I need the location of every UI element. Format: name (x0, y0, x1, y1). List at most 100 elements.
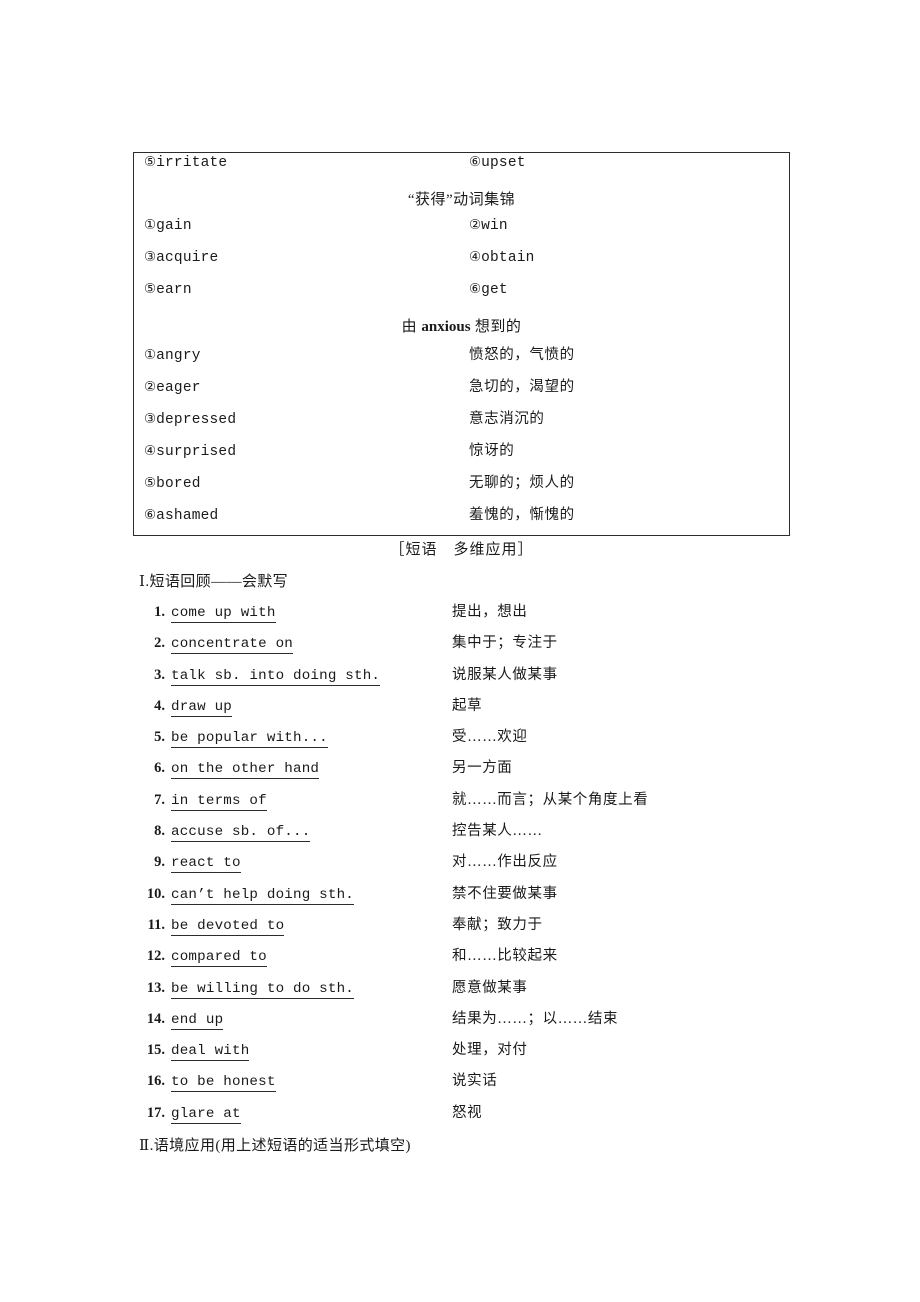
phrase-number: 15. (146, 1042, 165, 1059)
phrase-answer-blank[interactable]: come up with (171, 605, 452, 623)
vocab-meaning: 羞愧的，惭愧的 (469, 503, 789, 524)
phrase-answer-blank[interactable]: talk sb. into doing sth. (171, 667, 452, 686)
vocab-entry-left: ⑤bored (144, 474, 469, 492)
circled-number-icon: ④ (469, 249, 482, 265)
vocab-word: upset (481, 155, 526, 171)
bracket-heading: ［短语 多维应用］ (389, 542, 534, 558)
phrase-answer-blank[interactable]: be willing to do sth. (171, 980, 452, 999)
phrase-number: 11. (147, 916, 165, 933)
phrase-number: 7. (154, 791, 165, 808)
vocab-entry-left: ⑥ashamed (144, 506, 469, 524)
vocab-row: ⑤irritate ⑥upset (134, 153, 789, 185)
vocab-entry-left: ②eager (144, 378, 469, 396)
phrase-answer-blank[interactable]: accuse sb. of... (171, 824, 452, 843)
vocab-word: get (481, 282, 508, 298)
circled-number-icon: ⑤ (144, 281, 157, 297)
vocab-meaning: 急切的，渴望的 (469, 375, 789, 396)
phrase-number: 8. (154, 823, 165, 840)
vocab-row: ④surprised 惊讶的 (134, 439, 789, 471)
section-heading-two: Ⅱ.语境应用(用上述短语的适当形式填空) (139, 1138, 411, 1154)
phrase-answer-text: be devoted to (171, 917, 285, 936)
phrase-number: 3. (154, 666, 165, 683)
circled-number-icon: ④ (144, 443, 157, 459)
phrase-answer-blank[interactable]: to be honest (171, 1074, 452, 1093)
phrase-row: 4. draw up 起草 (133, 694, 793, 725)
phrase-review-list: 1. come up with 提出，想出 2. concentrate on 集中于；专… (133, 600, 793, 1132)
phrase-answer-text: be popular with... (171, 730, 328, 749)
phrase-row: 1. come up with 提出，想出 (133, 600, 793, 631)
vocab-meaning: 惊讶的 (469, 439, 789, 460)
vocab-row: ③depressed 意志消沉的 (134, 407, 789, 439)
circled-number-icon: ⑥ (144, 507, 157, 523)
phrase-number: 5. (154, 729, 165, 746)
vocabulary-box: ⑤irritate ⑥upset “获得”动词集锦 ①gain ②win ③acquire… (133, 152, 790, 536)
circled-number-icon: ② (144, 379, 157, 395)
vocab-word: acquire (156, 250, 219, 266)
phrase-number: 16. (146, 1073, 165, 1090)
vocab-meaning-text: 无聊的；烦人的 (469, 475, 575, 491)
vocab-row: ⑤earn ⑥get (134, 280, 789, 312)
phrase-row: 8. accuse sb. of... 控告某人…… (133, 819, 793, 850)
circled-number-icon: ② (469, 217, 482, 233)
phrase-row: 13. be willing to do sth. 愿意做某事 (133, 976, 793, 1007)
phrase-answer-text: be willing to do sth. (171, 980, 354, 999)
phrase-answer-blank[interactable]: be devoted to (171, 917, 452, 936)
phrase-answer-text: deal with (171, 1043, 250, 1062)
phrase-answer-blank[interactable]: can’t help doing sth. (171, 886, 452, 905)
vocab-meaning-text: 愤怒的，气愤的 (469, 347, 575, 363)
phrase-answer-blank[interactable]: deal with (171, 1043, 452, 1062)
vocab-word: win (481, 218, 508, 234)
circled-number-icon: ⑤ (144, 475, 157, 491)
vocab-row: ⑥ashamed 羞愧的，惭愧的 (134, 503, 789, 535)
vocab-word: depressed (156, 412, 237, 428)
phrase-answer-blank[interactable]: concentrate on (171, 636, 452, 655)
phrase-number: 1. (154, 604, 165, 620)
phrase-answer-text: on the other hand (171, 761, 320, 780)
heading-emphasis-word: anxious (421, 319, 471, 335)
circled-number-icon: ③ (144, 411, 157, 427)
vocab-meaning-text: 惊讶的 (469, 443, 515, 459)
vocab-row: ⑤bored 无聊的；烦人的 (134, 471, 789, 503)
phrase-number: 17. (146, 1104, 165, 1121)
vocab-word: bored (156, 476, 201, 492)
vocab-group-heading: 由 anxious 想到的 (134, 312, 789, 343)
phrase-row: 3. talk sb. into doing sth. 说服某人做某事 (133, 663, 793, 694)
vocab-entry-left: ①angry (144, 346, 469, 364)
phrase-answer-blank[interactable]: in terms of (171, 792, 452, 811)
phrase-answer-text: glare at (171, 1105, 241, 1124)
phrase-meaning: 处理，对付 (452, 1042, 528, 1059)
phrase-row: 12. compared to 和……比较起来 (133, 944, 793, 975)
section-heading-one: Ⅰ.短语回顾——会默写 (139, 574, 289, 590)
document-page: ⑤irritate ⑥upset “获得”动词集锦 ①gain ②win ③acquire… (0, 0, 920, 1302)
vocab-row: ②eager 急切的，渴望的 (134, 375, 789, 407)
phrase-number: 10. (146, 885, 165, 902)
phrase-row: 15. deal with 处理，对付 (133, 1038, 793, 1069)
vocab-row: ③acquire ④obtain (134, 248, 789, 280)
heading-prefix: 由 (401, 319, 422, 335)
vocab-entry-left: ④surprised (144, 442, 469, 460)
phrase-answer-text: come up with (171, 605, 276, 623)
phrase-answer-blank[interactable]: on the other hand (171, 761, 452, 780)
phrase-meaning: 禁不住要做某事 (452, 885, 558, 902)
phrase-answer-blank[interactable]: draw up (171, 698, 452, 717)
vocab-word: ashamed (156, 508, 219, 524)
phrase-meaning: 就……而言；从某个角度上看 (452, 791, 649, 808)
phrase-number: 6. (154, 760, 165, 777)
phrase-row: 7. in terms of 就……而言；从某个角度上看 (133, 788, 793, 819)
phrase-answer-blank[interactable]: glare at (171, 1105, 452, 1124)
phrase-meaning: 说实话 (452, 1073, 498, 1090)
phrase-answer-blank[interactable]: compared to (171, 949, 452, 968)
phrase-row: 14. end up 结果为……；以……结束 (133, 1007, 793, 1038)
phrase-answer-text: end up (171, 1011, 224, 1030)
phrase-number: 13. (146, 979, 165, 996)
vocab-meaning-text: 意志消沉的 (469, 411, 545, 427)
vocab-word: earn (156, 282, 192, 298)
circled-number-icon: ⑤ (144, 154, 157, 170)
phrase-answer-blank[interactable]: end up (171, 1011, 452, 1030)
phrase-answer-blank[interactable]: be popular with... (171, 730, 452, 749)
phrase-row: 16. to be honest 说实话 (133, 1069, 793, 1100)
phrase-row: 2. concentrate on 集中于；专注于 (133, 631, 793, 662)
vocab-word: obtain (481, 250, 535, 266)
phrase-answer-blank[interactable]: react to (171, 855, 452, 874)
vocab-entry-left: ③depressed (144, 410, 469, 428)
